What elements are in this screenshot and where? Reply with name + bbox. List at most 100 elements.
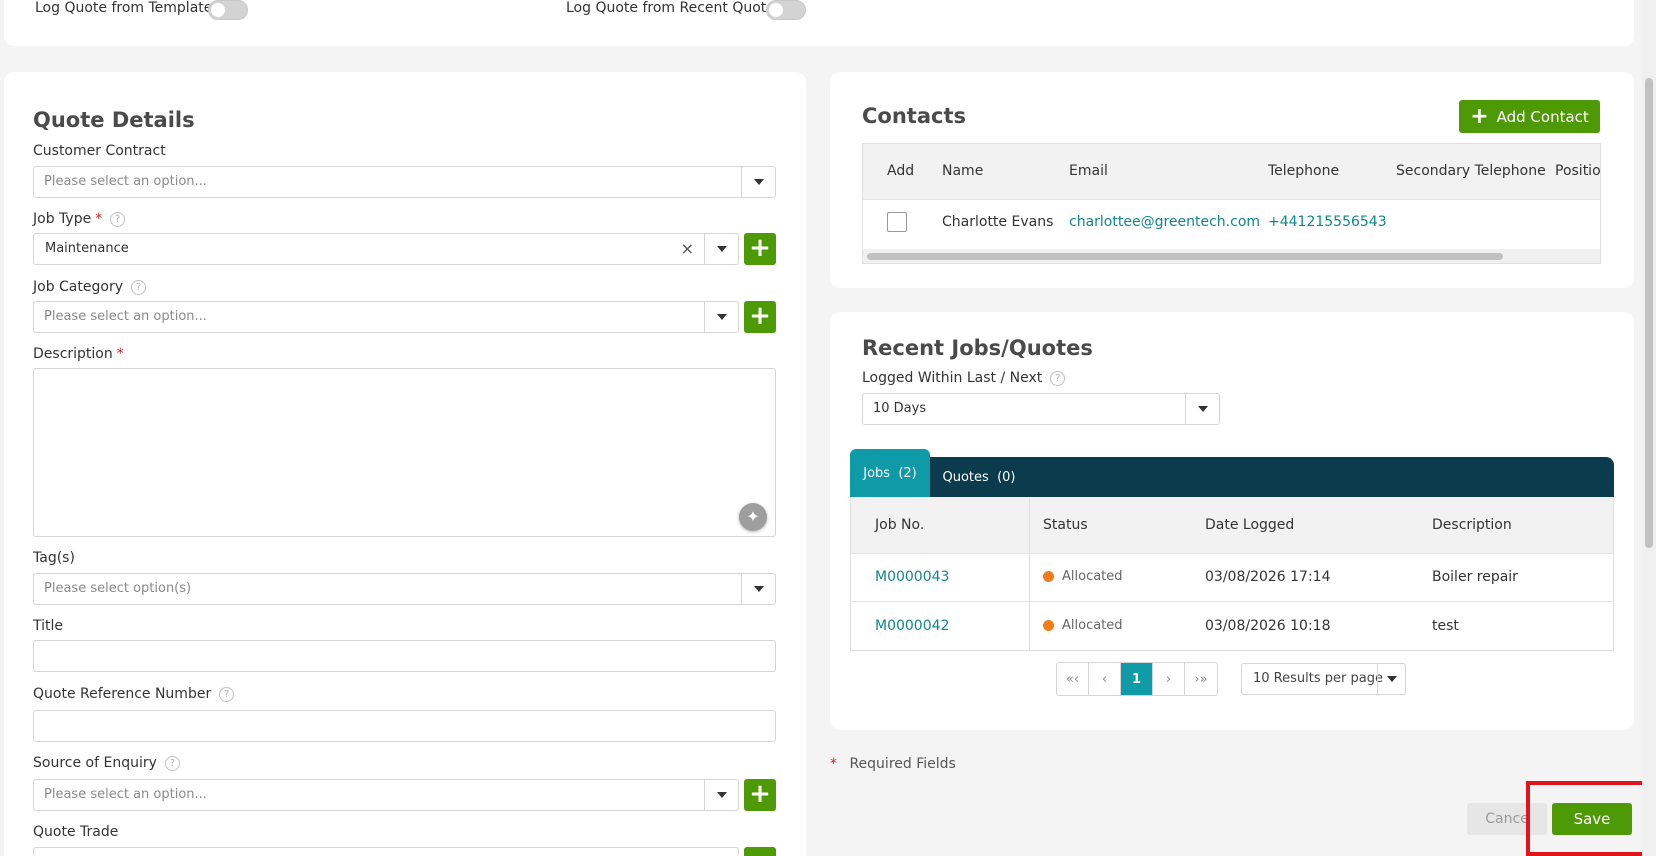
tags-label: Tag(s) — [33, 550, 75, 566]
description-textarea[interactable] — [33, 368, 776, 537]
source-of-enquiry-placeholder: Please select an option... — [44, 787, 207, 802]
log-from-template-toggle[interactable] — [208, 0, 248, 20]
col-secondary-telephone: Secondary Telephone — [1396, 163, 1546, 179]
description-label: Description * — [33, 346, 124, 362]
col-job-no: Job No. — [875, 517, 925, 533]
customer-contract-label: Customer Contract — [33, 143, 166, 159]
add-contact-button[interactable]: + Add Contact — [1459, 100, 1600, 133]
status-dot-icon — [1043, 571, 1054, 582]
chevron-down-icon[interactable] — [1185, 394, 1219, 424]
status-dot-icon — [1043, 620, 1054, 631]
clear-icon[interactable]: × — [681, 239, 694, 258]
vertical-scrollbar[interactable] — [1642, 0, 1656, 856]
next-page-button[interactable]: › — [1153, 663, 1185, 695]
job-date-logged: 03/08/2026 10:18 — [1205, 618, 1331, 634]
chevron-down-icon[interactable] — [1377, 664, 1405, 694]
column-divider — [1029, 497, 1030, 651]
logged-within-select[interactable]: 10 Days — [862, 393, 1220, 425]
jobs-table: Job No. Status Date Logged Description M… — [850, 497, 1614, 651]
col-position: Position — [1555, 163, 1601, 179]
required-mark: * — [116, 346, 124, 362]
horizontal-scrollbar[interactable] — [863, 249, 1600, 263]
contact-telephone-link[interactable]: +441215556543 — [1268, 214, 1387, 230]
source-of-enquiry-select[interactable]: Please select an option... — [33, 779, 739, 811]
save-button[interactable]: Save — [1552, 803, 1632, 835]
contact-name: Charlotte Evans — [942, 214, 1054, 230]
col-telephone: Telephone — [1268, 163, 1340, 179]
recent-jobs-title: Recent Jobs/Quotes — [862, 336, 1093, 360]
add-job-type-button[interactable]: + — [744, 233, 776, 265]
help-icon[interactable]: ? — [164, 755, 180, 771]
title-input[interactable] — [33, 640, 776, 672]
customer-contract-placeholder: Please select an option... — [44, 174, 207, 189]
job-category-label: Job Category ? — [33, 279, 146, 295]
title-label: Title — [33, 618, 64, 634]
quote-details-title: Quote Details — [33, 108, 195, 132]
toggle-knob — [769, 3, 783, 17]
col-date-logged: Date Logged — [1205, 517, 1295, 533]
job-category-placeholder: Please select an option... — [44, 309, 207, 324]
add-contact-checkbox[interactable] — [887, 212, 907, 232]
logged-within-label: Logged Within Last / Next ? — [862, 370, 1066, 386]
job-description: Boiler repair — [1432, 569, 1518, 585]
log-from-template-label: Log Quote from Template — [35, 0, 213, 16]
help-icon[interactable]: ? — [130, 279, 146, 295]
quote-trade-label: Quote Trade — [33, 824, 119, 840]
col-add: Add — [887, 163, 915, 179]
add-job-category-button[interactable]: + — [744, 301, 776, 333]
page-1-button[interactable]: 1 — [1121, 663, 1153, 695]
help-icon[interactable]: ? — [1050, 370, 1066, 386]
scrollbar-thumb[interactable] — [867, 253, 1503, 260]
help-icon[interactable]: ? — [110, 211, 126, 227]
source-of-enquiry-label: Source of Enquiry ? — [33, 755, 180, 771]
help-icon[interactable]: ? — [219, 686, 235, 702]
contact-email-link[interactable]: charlottee@greentech.com — [1069, 214, 1260, 230]
job-number-link[interactable]: M0000042 — [875, 618, 949, 634]
logged-within-value: 10 Days — [873, 401, 927, 416]
required-mark: * — [95, 211, 103, 227]
col-description: Description — [1432, 517, 1512, 533]
ai-sparkle-icon[interactable]: ✦ — [739, 503, 767, 531]
job-number-link[interactable]: M0000043 — [875, 569, 949, 585]
row-divider — [851, 553, 1613, 554]
scrollbar-thumb[interactable] — [1645, 78, 1653, 548]
contacts-table: Add Name Email Telephone Secondary Telep… — [862, 143, 1601, 264]
last-page-button[interactable]: ›» — [1185, 663, 1217, 695]
quote-reference-label: Quote Reference Number ? — [33, 686, 235, 702]
tab-quotes[interactable]: Quotes (0) — [934, 457, 1024, 497]
quote-reference-input[interactable] — [33, 710, 776, 742]
results-per-page-select[interactable]: 10 Results per page — [1241, 663, 1406, 695]
job-status: Allocated — [1043, 618, 1123, 633]
log-from-recent-toggle[interactable] — [766, 0, 806, 20]
col-status: Status — [1043, 517, 1088, 533]
col-email: Email — [1069, 163, 1108, 179]
add-source-button[interactable]: + — [744, 779, 776, 811]
first-page-button[interactable]: «‹ — [1057, 663, 1089, 695]
results-per-page-value: 10 Results per page — [1253, 671, 1383, 686]
job-type-value: Maintenance — [45, 241, 129, 256]
col-name: Name — [942, 163, 984, 179]
plus-icon: + — [1470, 103, 1489, 129]
job-date-logged: 03/08/2026 17:14 — [1205, 569, 1331, 585]
pagination: «‹ ‹ 1 › ›» — [1056, 662, 1218, 696]
chevron-down-icon[interactable] — [741, 574, 775, 604]
template-options-card — [4, 0, 1634, 46]
required-fields-note: * Required Fields — [830, 756, 956, 772]
chevron-down-icon[interactable] — [704, 234, 738, 264]
row-divider — [851, 601, 1613, 602]
prev-page-button[interactable]: ‹ — [1089, 663, 1121, 695]
job-description: test — [1432, 618, 1459, 634]
tags-select[interactable]: Please select option(s) — [33, 573, 776, 605]
chevron-down-icon[interactable] — [741, 167, 775, 197]
chevron-down-icon[interactable] — [704, 780, 738, 810]
add-quote-trade-button[interactable] — [744, 847, 776, 856]
job-status: Allocated — [1043, 569, 1123, 584]
quote-trade-select[interactable] — [33, 847, 739, 856]
job-type-select[interactable]: Maintenance × — [33, 233, 739, 265]
contacts-title: Contacts — [862, 104, 966, 128]
chevron-down-icon[interactable] — [704, 302, 738, 332]
tab-jobs[interactable]: Jobs (2) — [850, 449, 930, 497]
job-type-label: Job Type * ? — [33, 211, 126, 227]
job-category-select[interactable]: Please select an option... — [33, 301, 739, 333]
customer-contract-select[interactable]: Please select an option... — [33, 166, 776, 198]
